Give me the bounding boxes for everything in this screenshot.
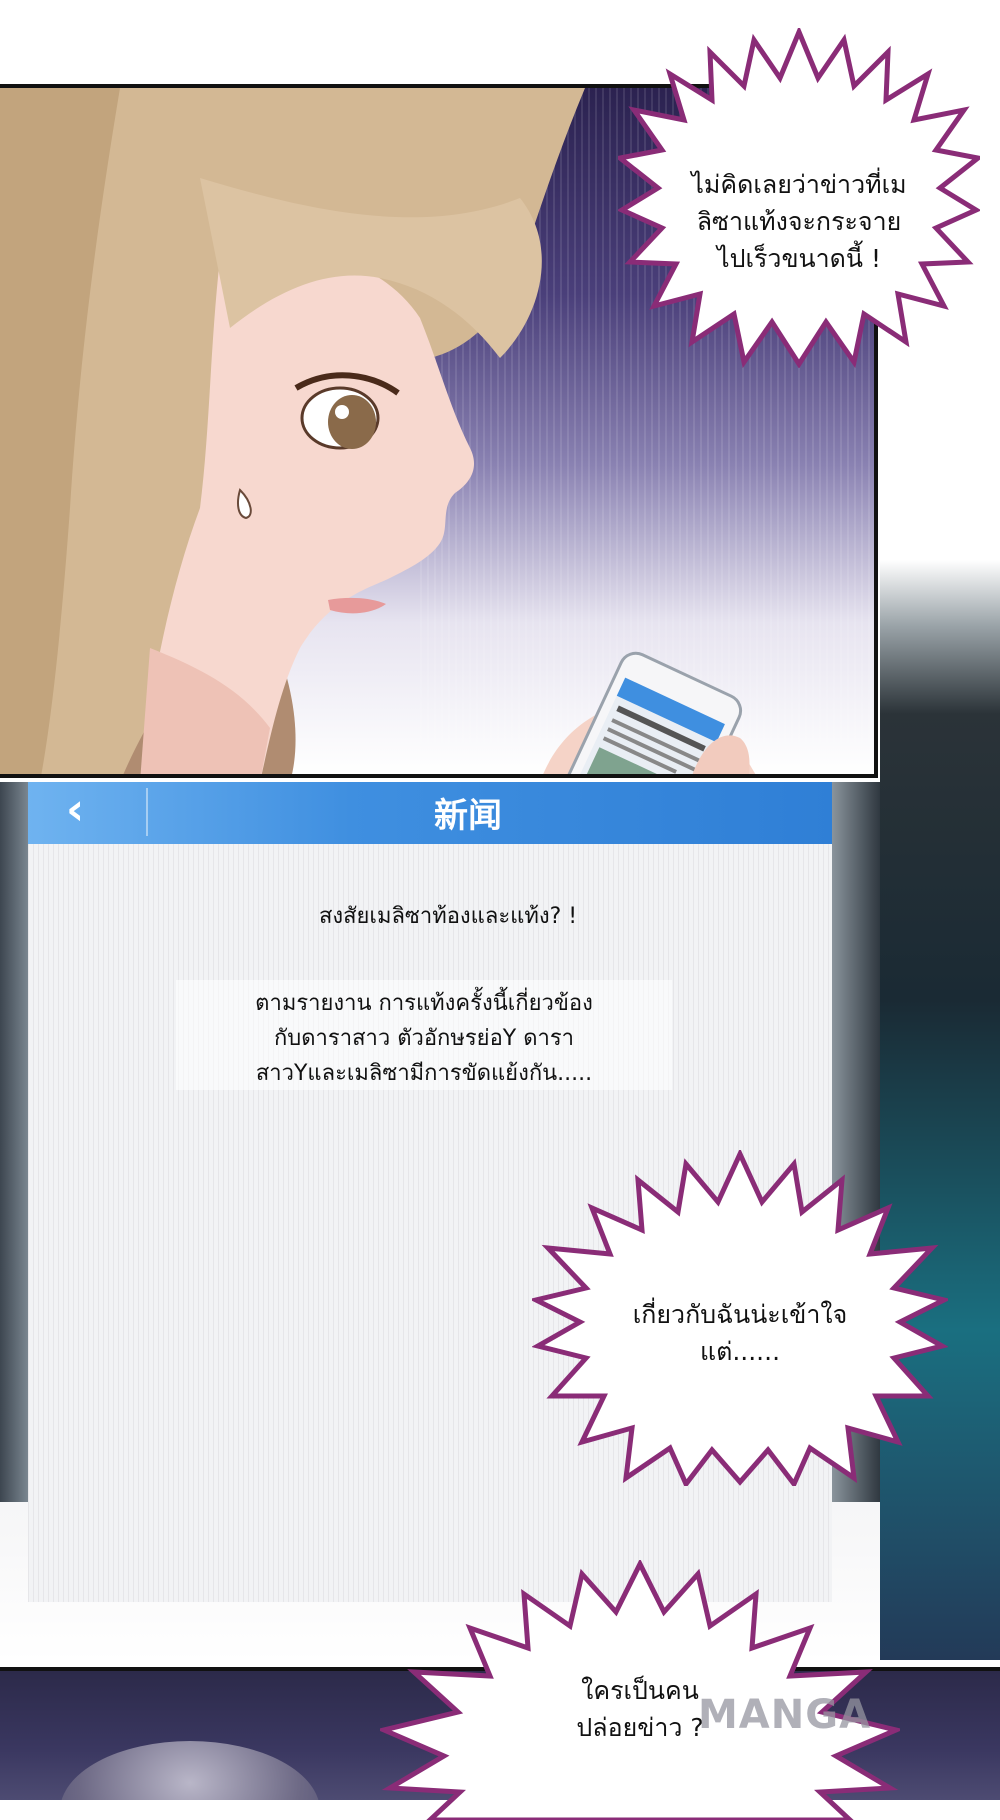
bubble-line: ไม่คิดเลยว่าข่าวที่เม [691,170,907,199]
news-body-line: สาวYและเมลิซามีการขัดแย้งกัน..... [255,1061,593,1086]
bubble-line: เกี่ยวกับฉันน่ะเข้าใจ [632,1300,848,1329]
news-headline: สงสัยเมลิซาท้องและแท้ง? ! [318,904,578,929]
bubble-line: ไปเร็วขนาดนี้ ! [717,244,881,273]
news-body: ตามรายงาน การแท้งครั้งนี้เกี่ยวข้อง กับด… [178,986,670,1091]
news-body-line: ตามรายงาน การแท้งครั้งนี้เกี่ยวข้อง [255,991,593,1016]
news-body-line: กับดาราสาว ตัวอักษรย่อY ดารา [273,1026,575,1051]
bubble-text: เกี่ยวกับฉันน่ะเข้าใจ แต่...... [532,1296,948,1370]
background-strip [880,560,1000,1660]
iris [328,395,376,449]
eye-highlight [335,405,349,419]
news-header-title: 新闻 [434,796,502,836]
bubble-line: แต่...... [699,1337,781,1366]
lips [328,597,386,614]
speech-bubble-top: ไม่คิดเลยว่าข่าวที่เม ลิซาแท้งจะกระจาย ไ… [618,28,980,368]
header-divider [146,788,148,836]
speech-bubble-bottom: ใครเป็นคน ปล่อยข่าว ? [380,1560,900,1820]
top-edge-mark [238,0,278,6]
speech-bubble-middle: เกี่ยวกับฉันน่ะเข้าใจ แต่...... [532,1150,948,1486]
watermark: MANGA [698,1692,872,1738]
news-app-header: ‹ 新闻 [28,782,832,844]
chevron-left-icon[interactable]: ‹ [66,788,106,832]
character-head [60,1741,320,1800]
bubble-line: ลิซาแท้งจะกระจาย [696,207,902,236]
phone-frame-left [0,782,28,1502]
bubble-text: ไม่คิดเลยว่าข่าวที่เม ลิซาแท้งจะกระจาย ไ… [618,166,980,277]
